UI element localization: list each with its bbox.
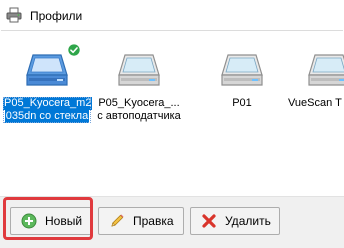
- profiles-window: Профили P05_Kyocera_m2 035dn со стекла P…: [0, 0, 344, 248]
- profile-list[interactable]: P05_Kyocera_m2 035dn со стекла P05_Kyoce…: [1, 30, 344, 197]
- profile-label-line1: P01: [232, 97, 252, 109]
- delete-profile-button[interactable]: Удалить: [190, 207, 280, 235]
- profile-label: VueScan T: [287, 97, 344, 110]
- checkmark-icon: [67, 43, 81, 57]
- edit-profile-label: Правка: [133, 214, 174, 228]
- profile-label-line2: с автоподатчика: [97, 110, 181, 122]
- edit-profile-button[interactable]: Правка: [98, 207, 184, 235]
- delete-profile-label: Удалить: [225, 214, 271, 228]
- profile-label: P05_Kyocera_m2 035dn со стекла: [3, 97, 93, 123]
- profile-label-line1: VueScan T: [288, 97, 342, 109]
- button-panel: Новый Правка Удалить: [0, 196, 344, 248]
- profile-label: P05_Kyocera_... с автоподатчика: [95, 97, 183, 123]
- x-icon: [202, 214, 216, 228]
- flatbed-scanner-icon: [118, 54, 160, 86]
- flatbed-scanner-icon: [308, 54, 344, 86]
- flatbed-scanner-icon: [221, 54, 263, 86]
- profile-label: P01: [198, 97, 286, 110]
- flatbed-scanner-icon: [26, 54, 68, 86]
- profile-item[interactable]: P05_Kyocera_... с автоподатчика: [93, 45, 185, 165]
- window-title: Профили: [30, 9, 83, 23]
- profile-item[interactable]: P05_Kyocera_m2 035dn со стекла: [1, 43, 93, 165]
- profile-item[interactable]: P01: [196, 45, 288, 165]
- pencil-icon: [111, 214, 124, 227]
- title-bar: Профили: [0, 0, 344, 30]
- plus-circle-icon: [21, 213, 37, 229]
- profile-label-line1: P05_Kyocera_...: [98, 97, 180, 109]
- printer-icon: [6, 7, 22, 23]
- profile-label-line2: 035dn со стекла: [4, 110, 90, 123]
- new-profile-button[interactable]: Новый: [10, 207, 92, 235]
- new-profile-label: Новый: [45, 214, 83, 228]
- profile-label-line1: P05_Kyocera_m2: [3, 97, 93, 110]
- profile-item[interactable]: VueScan T: [283, 45, 344, 165]
